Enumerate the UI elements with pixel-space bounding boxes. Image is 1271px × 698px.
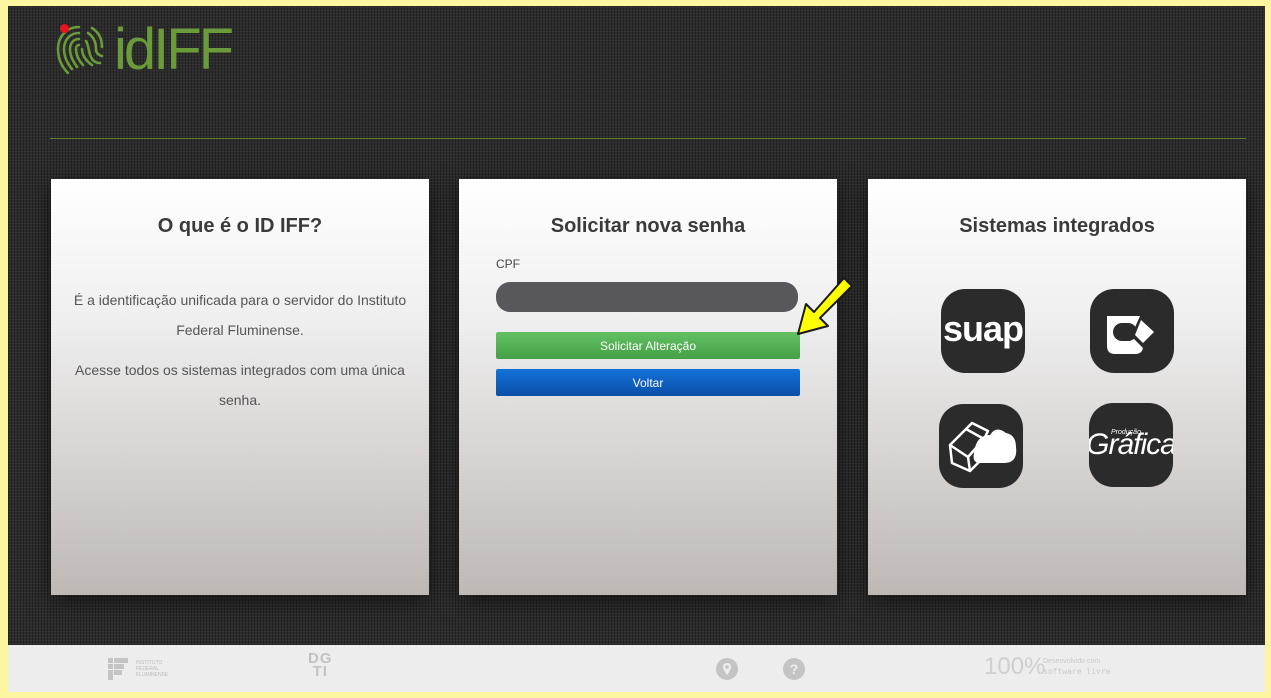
- location-pin-icon[interactable]: [716, 658, 738, 680]
- page-background: idIFF O que é o ID IFF? É a identificaçã…: [8, 6, 1265, 692]
- suap-logo-icon: suap: [942, 308, 1024, 349]
- iff-footer-logo[interactable]: INSTITUTO FEDERAL FLUMINENSE: [108, 658, 176, 680]
- logo-text: idIFF: [114, 17, 234, 82]
- footer: INSTITUTO FEDERAL FLUMINENSE DG TI ? 100…: [8, 645, 1265, 692]
- about-paragraph-1: É a identificação unificada para o servi…: [73, 292, 407, 338]
- box-cloud-icon: [948, 421, 1017, 473]
- password-request-panel: Solicitar nova senha CPF Solicitar Alter…: [459, 179, 837, 595]
- back-button[interactable]: Voltar: [496, 369, 800, 396]
- cpf-label: CPF: [496, 257, 520, 271]
- grafica-small-label: Produção: [1111, 429, 1141, 436]
- form-title: Solicitar nova senha: [550, 215, 746, 237]
- about-title: O que é o ID IFF?: [157, 215, 323, 237]
- pin-glyph-icon: [723, 663, 731, 675]
- about-description: É a identificação unificada para o servi…: [71, 285, 409, 425]
- iff-footer-text: INSTITUTO FEDERAL FLUMINENSE: [136, 660, 169, 678]
- fingerprint-icon: [56, 25, 104, 75]
- dev-line-1: Desenvolvido com: [1043, 658, 1101, 665]
- logo-red-dot: [60, 24, 69, 33]
- arrow-annotation-icon: [797, 277, 853, 335]
- idiff-logo[interactable]: idIFF: [48, 17, 234, 82]
- grafica-app-link[interactable]: Produção Gráfica: [1089, 403, 1173, 487]
- about-paragraph-2: Acesse todos os sistemas integrados com …: [75, 362, 405, 408]
- about-panel: O que é o ID IFF? É a identificação unif…: [51, 179, 429, 595]
- integrated-systems-panel: Sistemas integrados suap Produção Gráfic…: [868, 179, 1246, 595]
- coffee-mug-icon: [1107, 314, 1159, 354]
- systems-title: Sistemas integrados: [959, 215, 1155, 237]
- request-change-button[interactable]: Solicitar Alteração: [496, 332, 800, 359]
- dgti-footer-logo[interactable]: DG TI: [308, 651, 333, 679]
- developed-with-text: Desenvolvido com software livre: [1043, 657, 1110, 677]
- cpf-input[interactable]: [496, 282, 798, 312]
- mug-app-link[interactable]: [1090, 289, 1174, 373]
- percent-text: 100%: [984, 653, 1046, 680]
- help-icon[interactable]: ?: [783, 658, 805, 680]
- dev-line-2: software livre: [1043, 667, 1111, 676]
- iff-logo-icon: [108, 658, 128, 680]
- header-divider: [50, 138, 1246, 139]
- box-cloud-app-link[interactable]: [939, 404, 1023, 488]
- suap-app-link[interactable]: suap: [941, 289, 1025, 373]
